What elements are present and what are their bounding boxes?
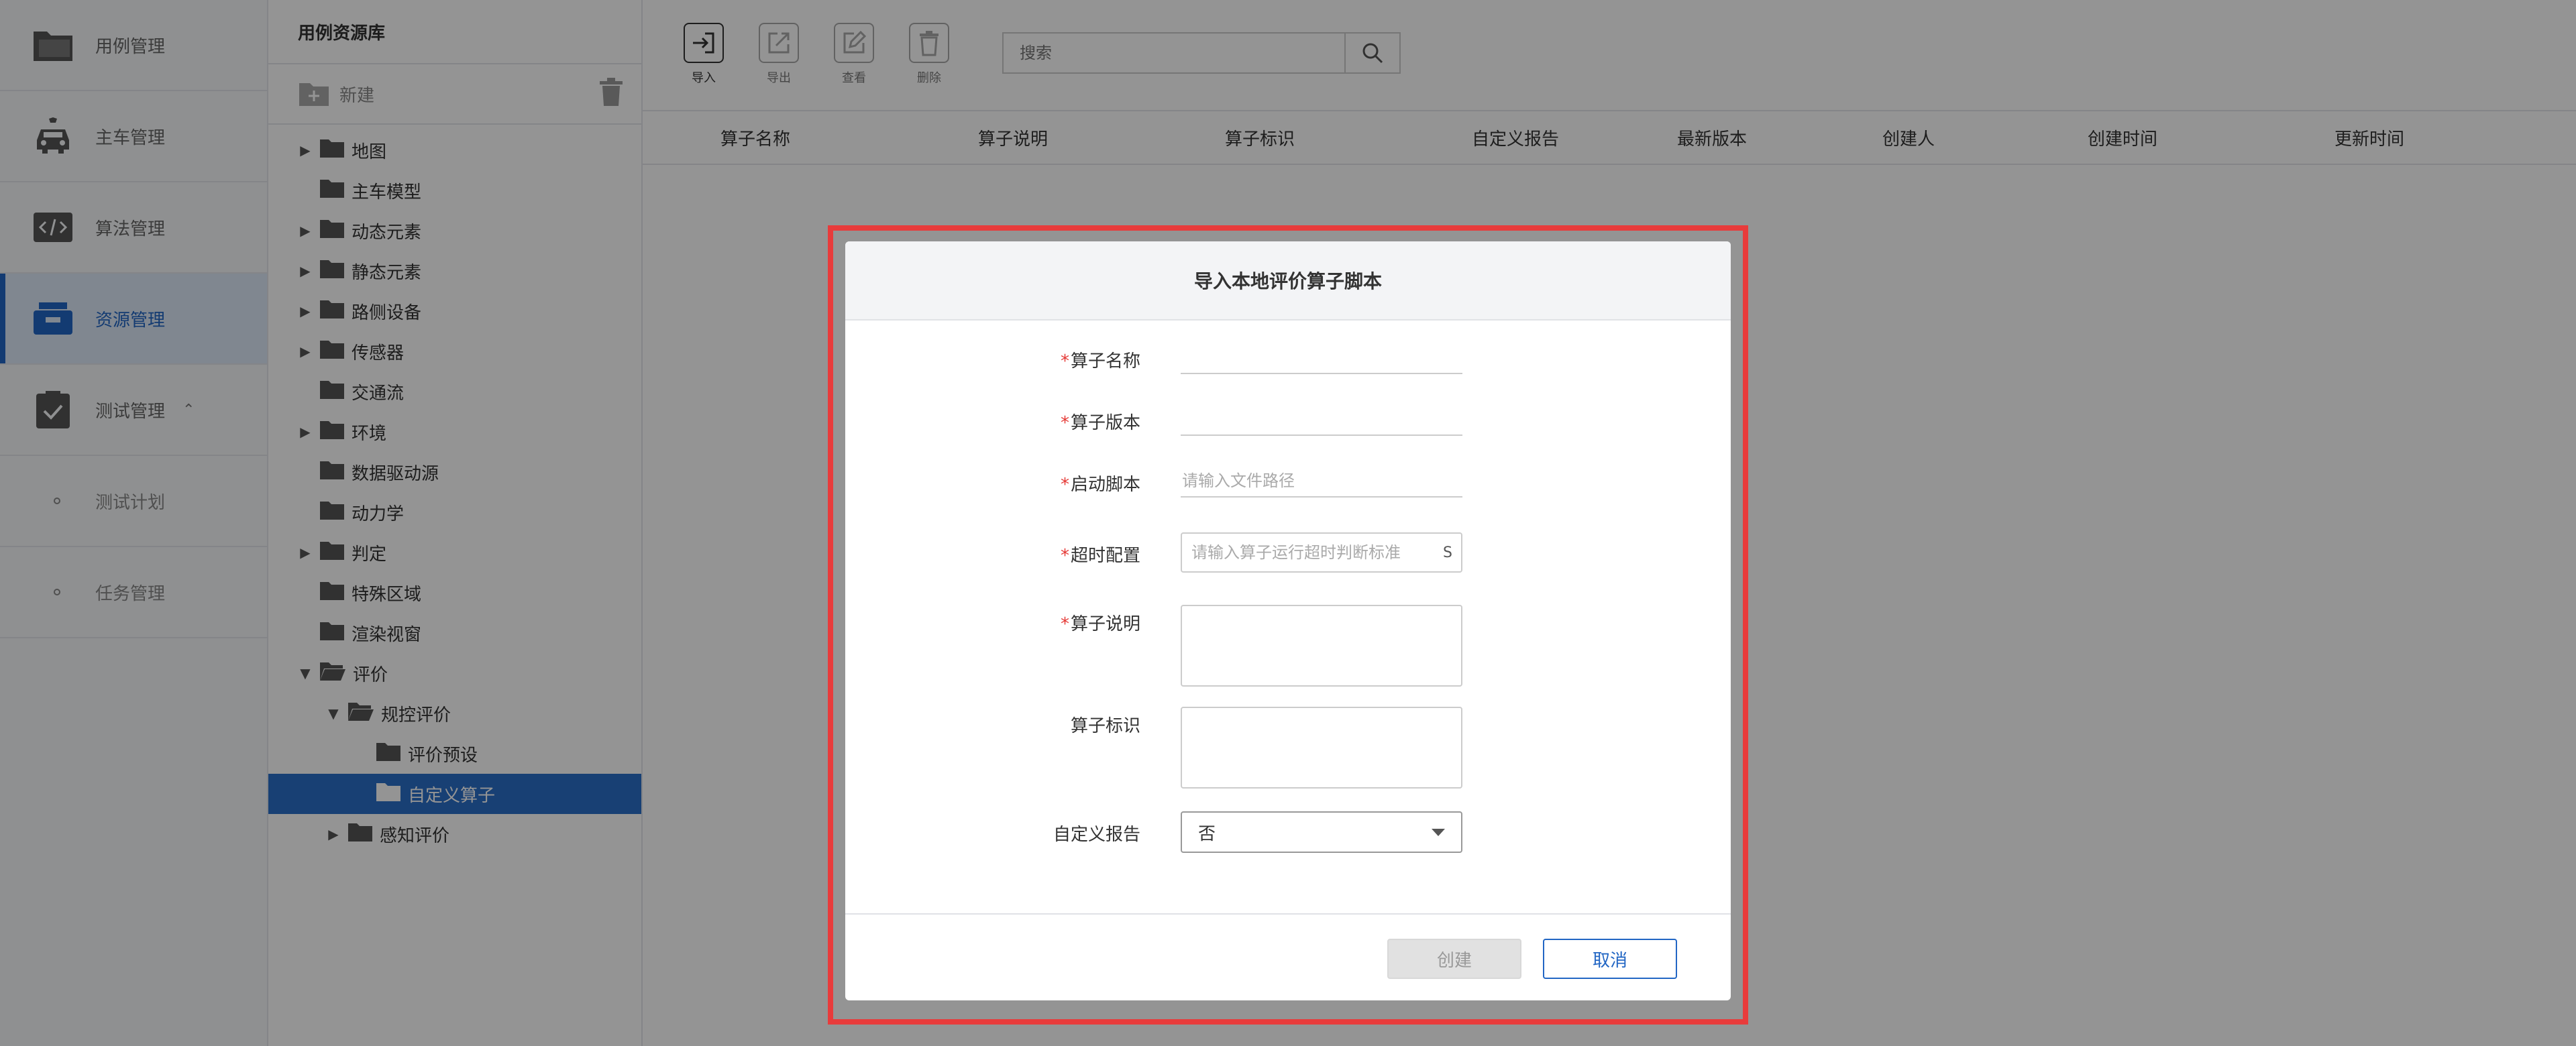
import-operator-dialog: 导入本地评价算子脚本 *算子名称 *算子版本 *启动脚本 *超时配置 S xyxy=(845,241,1731,1000)
required-mark: * xyxy=(1060,475,1069,495)
script-path-input[interactable] xyxy=(1181,465,1462,498)
operator-name-input[interactable] xyxy=(1181,342,1462,374)
field-label-version: *算子版本 xyxy=(1061,409,1140,434)
operator-version-input[interactable] xyxy=(1181,404,1462,436)
timeout-unit: S xyxy=(1443,544,1452,561)
dialog-footer: 创建 取消 xyxy=(845,913,1731,1000)
timeout-input[interactable] xyxy=(1182,543,1434,562)
timeout-input-group: S xyxy=(1181,532,1462,573)
field-label-text: 启动脚本 xyxy=(1070,475,1140,495)
field-label-text: 算子名称 xyxy=(1070,351,1140,371)
field-label-text: 算子版本 xyxy=(1070,413,1140,433)
caret-down-icon xyxy=(1432,828,1445,836)
custom-report-value: 否 xyxy=(1198,823,1216,844)
create-button[interactable]: 创建 xyxy=(1387,939,1521,979)
field-label-text: 算子说明 xyxy=(1070,614,1140,634)
field-label-description: *算子说明 xyxy=(1061,610,1140,635)
field-label-timeout: *超时配置 xyxy=(1061,542,1140,567)
dialog-title: 导入本地评价算子脚本 xyxy=(845,241,1731,321)
field-label-text: 超时配置 xyxy=(1070,546,1140,566)
operator-identifier-textarea[interactable] xyxy=(1181,707,1462,789)
required-mark: * xyxy=(1060,546,1069,566)
field-label-name: *算子名称 xyxy=(1061,347,1140,372)
required-mark: * xyxy=(1060,614,1069,634)
custom-report-select[interactable]: 否 xyxy=(1181,811,1462,853)
required-mark: * xyxy=(1060,351,1069,371)
operator-description-textarea[interactable] xyxy=(1181,605,1462,687)
required-mark: * xyxy=(1060,413,1069,433)
field-label-identifier: 算子标识 xyxy=(1070,716,1140,736)
field-label-report: 自定义报告 xyxy=(1053,825,1140,845)
cancel-button[interactable]: 取消 xyxy=(1543,939,1677,979)
field-label-script: *启动脚本 xyxy=(1061,471,1140,496)
